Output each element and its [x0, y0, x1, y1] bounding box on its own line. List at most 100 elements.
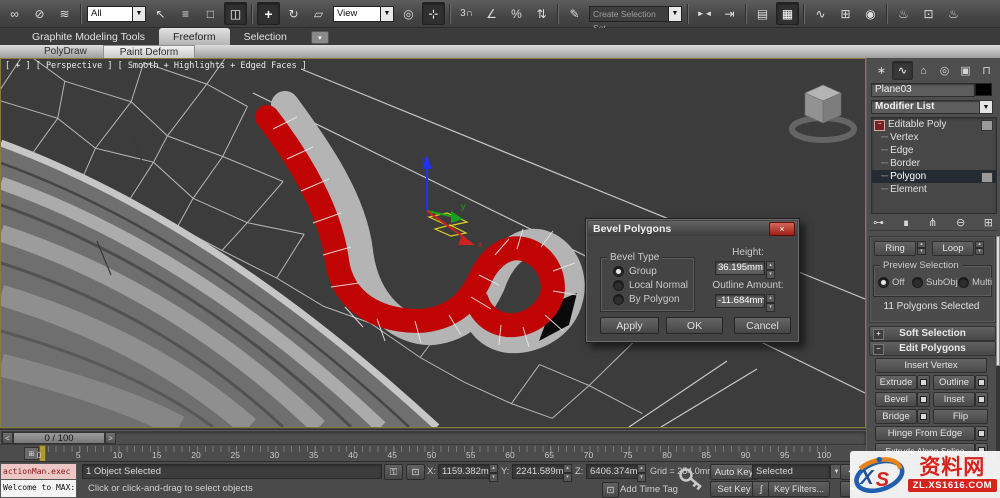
time-slider[interactable]: < 0 / 100 > [0, 429, 866, 445]
spinner-up-icon[interactable]: ▴ [637, 464, 646, 473]
bevel-button[interactable]: Bevel [875, 392, 917, 407]
stack-item-element[interactable]: ─ Element [872, 183, 996, 196]
x-spinner[interactable]: ▴ ▾ [489, 464, 498, 482]
panel-scrollbar[interactable] [996, 236, 1000, 460]
selection-filter-dropdown[interactable]: All ▼ [87, 5, 146, 22]
select-and-link-icon[interactable]: ∞ [3, 2, 26, 25]
y-coordinate-field[interactable]: 2241.589mm [512, 464, 564, 479]
x-coordinate-field[interactable]: 1159.382mm [438, 464, 490, 479]
ribbon-minimize-button[interactable]: ▾ [310, 31, 329, 44]
transform-gizmo[interactable]: z y x [421, 155, 483, 249]
stack-item-vertex[interactable]: ─ Vertex [872, 131, 996, 144]
use-center-icon[interactable]: ◎ [397, 2, 420, 25]
radio-dot-icon[interactable] [878, 277, 889, 288]
angle-snap-icon[interactable]: ∠ [480, 2, 503, 25]
cancel-button[interactable]: Cancel [734, 317, 791, 334]
modifier-list-dropdown[interactable]: Modifier List [871, 100, 985, 114]
chevron-down-icon[interactable]: ▼ [669, 5, 682, 22]
radio-dot-icon[interactable] [613, 294, 624, 305]
z-spinner[interactable]: ▴ ▾ [637, 464, 646, 482]
spinner-down-icon[interactable]: ▾ [563, 473, 572, 482]
radio-by-polygon[interactable]: By Polygon [613, 294, 680, 305]
rectangular-selection-region-icon[interactable]: □ [199, 2, 222, 25]
inset-settings-icon[interactable] [975, 392, 988, 407]
material-editor-icon[interactable]: ◉ [859, 2, 882, 25]
unlink-selection-icon[interactable]: ⊘ [28, 2, 51, 25]
subobject-toggle-icon[interactable] [981, 172, 993, 183]
set-keys-button[interactable] [678, 465, 704, 495]
spinner-down-icon[interactable]: ▾ [766, 270, 775, 279]
outline-button[interactable]: Outline [933, 375, 975, 390]
tab-selection[interactable]: Selection [230, 28, 301, 45]
pin-stack-icon[interactable]: ⊶ [873, 216, 884, 229]
bevel-settings-icon[interactable] [917, 392, 930, 407]
viewcube[interactable] [789, 84, 857, 143]
radio-dot-icon[interactable] [958, 277, 969, 288]
ok-button[interactable]: OK [666, 317, 723, 334]
object-name-field[interactable]: Plane03 [871, 83, 975, 97]
hinge-from-edge-button[interactable]: Hinge From Edge [875, 426, 975, 441]
chevron-down-icon[interactable]: ▼ [133, 5, 146, 22]
select-and-scale-icon[interactable]: ▱ [307, 2, 330, 25]
bevel-band[interactable] [255, 91, 585, 354]
time-tag-icon[interactable]: ⊡ [602, 482, 619, 498]
curve-editor-icon[interactable]: ∿ [809, 2, 832, 25]
tab-motion[interactable]: ◎ [934, 61, 955, 80]
edit-named-selection-sets-icon[interactable]: ✎ [563, 2, 586, 25]
select-by-name-icon[interactable]: ≡ [174, 2, 197, 25]
dialog-title-bar[interactable]: Bevel Polygons [588, 221, 797, 236]
radio-dot-icon[interactable] [613, 266, 624, 277]
set-key-button[interactable]: Set Key [710, 481, 758, 497]
spinner-down-icon[interactable]: ▾ [766, 303, 775, 312]
time-slider-handle[interactable]: 0 / 100 [13, 432, 105, 444]
mirror-icon[interactable]: ►◄ [693, 2, 716, 25]
collapse-icon[interactable]: − [874, 120, 885, 131]
rendered-frame-window-icon[interactable]: ⊡ [917, 2, 940, 25]
next-frame-button[interactable]: > [105, 432, 116, 444]
make-unique-icon[interactable]: ⋔ [928, 216, 937, 229]
outline-spinner[interactable]: ▴ ▾ [766, 294, 775, 312]
window-crossing-icon[interactable]: ◫ [224, 2, 247, 25]
insert-vertex-button[interactable]: Insert Vertex [875, 358, 987, 373]
select-object-icon[interactable]: ↖ [149, 2, 172, 25]
loop-spinner[interactable]: ▴ ▾ [975, 241, 984, 255]
apply-button[interactable]: Apply [600, 317, 659, 334]
maxscript-listener-line1[interactable]: actionMan.exec [0, 463, 77, 480]
radio-group[interactable]: Group [613, 266, 657, 277]
selection-lock-icon[interactable]: ⚿ [384, 464, 403, 480]
expand-icon[interactable]: + [873, 329, 884, 340]
named-selection-set-dropdown[interactable]: Create Selection Set ▼ [589, 5, 682, 33]
soft-selection-rollout[interactable]: + Soft Selection [869, 326, 996, 341]
key-filter-dropdown[interactable]: Selected ▼ [752, 464, 843, 479]
spinner-down-icon[interactable]: ▾ [917, 248, 926, 255]
hinge-settings-icon[interactable] [975, 426, 988, 441]
snaps-toggle-icon[interactable]: 3∩ [455, 2, 478, 25]
configure-modifier-sets-icon[interactable]: ⊞ [984, 216, 993, 229]
y-spinner[interactable]: ▴ ▾ [563, 464, 572, 482]
tab-display[interactable]: ▣ [955, 61, 976, 80]
extrude-settings-icon[interactable] [917, 375, 930, 390]
stack-item-edge[interactable]: ─ Edge [872, 144, 996, 157]
bevel-polygons-dialog[interactable]: Bevel Polygons × Bevel Type Group Local … [585, 218, 800, 343]
spinner-up-icon[interactable]: ▴ [563, 464, 572, 473]
preview-off-radio[interactable]: Off [878, 277, 905, 288]
layer-manager-icon[interactable]: ▤ [751, 2, 774, 25]
render-setup-icon[interactable]: ♨ [892, 2, 915, 25]
preview-multi-radio[interactable]: Multi [958, 277, 992, 288]
spinner-up-icon[interactable]: ▴ [766, 261, 775, 270]
spinner-up-icon[interactable]: ▴ [489, 464, 498, 473]
tab-hierarchy[interactable]: ⌂ [913, 61, 934, 80]
edit-polygons-rollout[interactable]: − Edit Polygons [869, 341, 996, 356]
spinner-up-icon[interactable]: ▴ [766, 294, 775, 303]
z-coordinate-field[interactable]: 6406.374mm [586, 464, 638, 479]
stack-item-editable-poly[interactable]: − Editable Poly [872, 118, 996, 131]
stack-item-border[interactable]: ─ Border [872, 157, 996, 170]
tab-utilities[interactable]: ⊓ [976, 61, 997, 80]
outline-settings-icon[interactable] [975, 375, 988, 390]
radio-dot-icon[interactable] [912, 277, 923, 288]
key-filters-button[interactable]: Key Filters... [768, 481, 830, 497]
chevron-down-icon[interactable]: ▼ [381, 5, 394, 22]
inset-button[interactable]: Inset [933, 392, 975, 407]
subobject-toggle-icon[interactable] [981, 120, 993, 131]
select-and-manipulate-icon[interactable]: ⊹ [422, 2, 445, 25]
